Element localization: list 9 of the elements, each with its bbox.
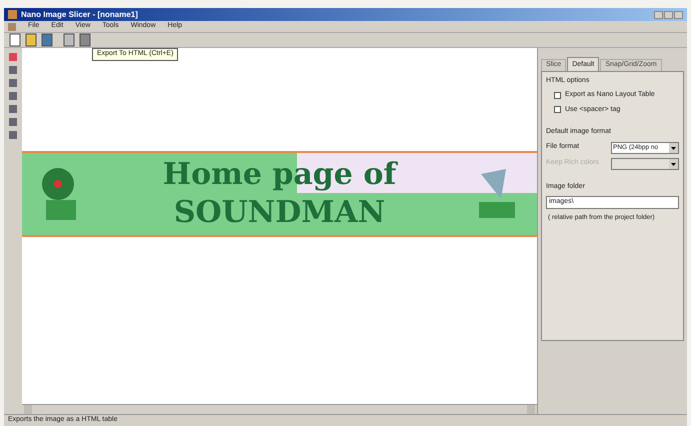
app-icon (8, 10, 17, 19)
close-button[interactable] (674, 10, 683, 18)
horizontal-scrollbar[interactable] (22, 404, 537, 414)
maximize-button[interactable] (664, 10, 673, 18)
checkbox[interactable] (554, 106, 561, 114)
minimize-button[interactable] (654, 10, 663, 18)
window-title: Nano Image Slicer - [noname1] (21, 8, 138, 20)
checkbox[interactable] (554, 92, 561, 99)
banner-text: SOUNDMAN (174, 194, 386, 232)
